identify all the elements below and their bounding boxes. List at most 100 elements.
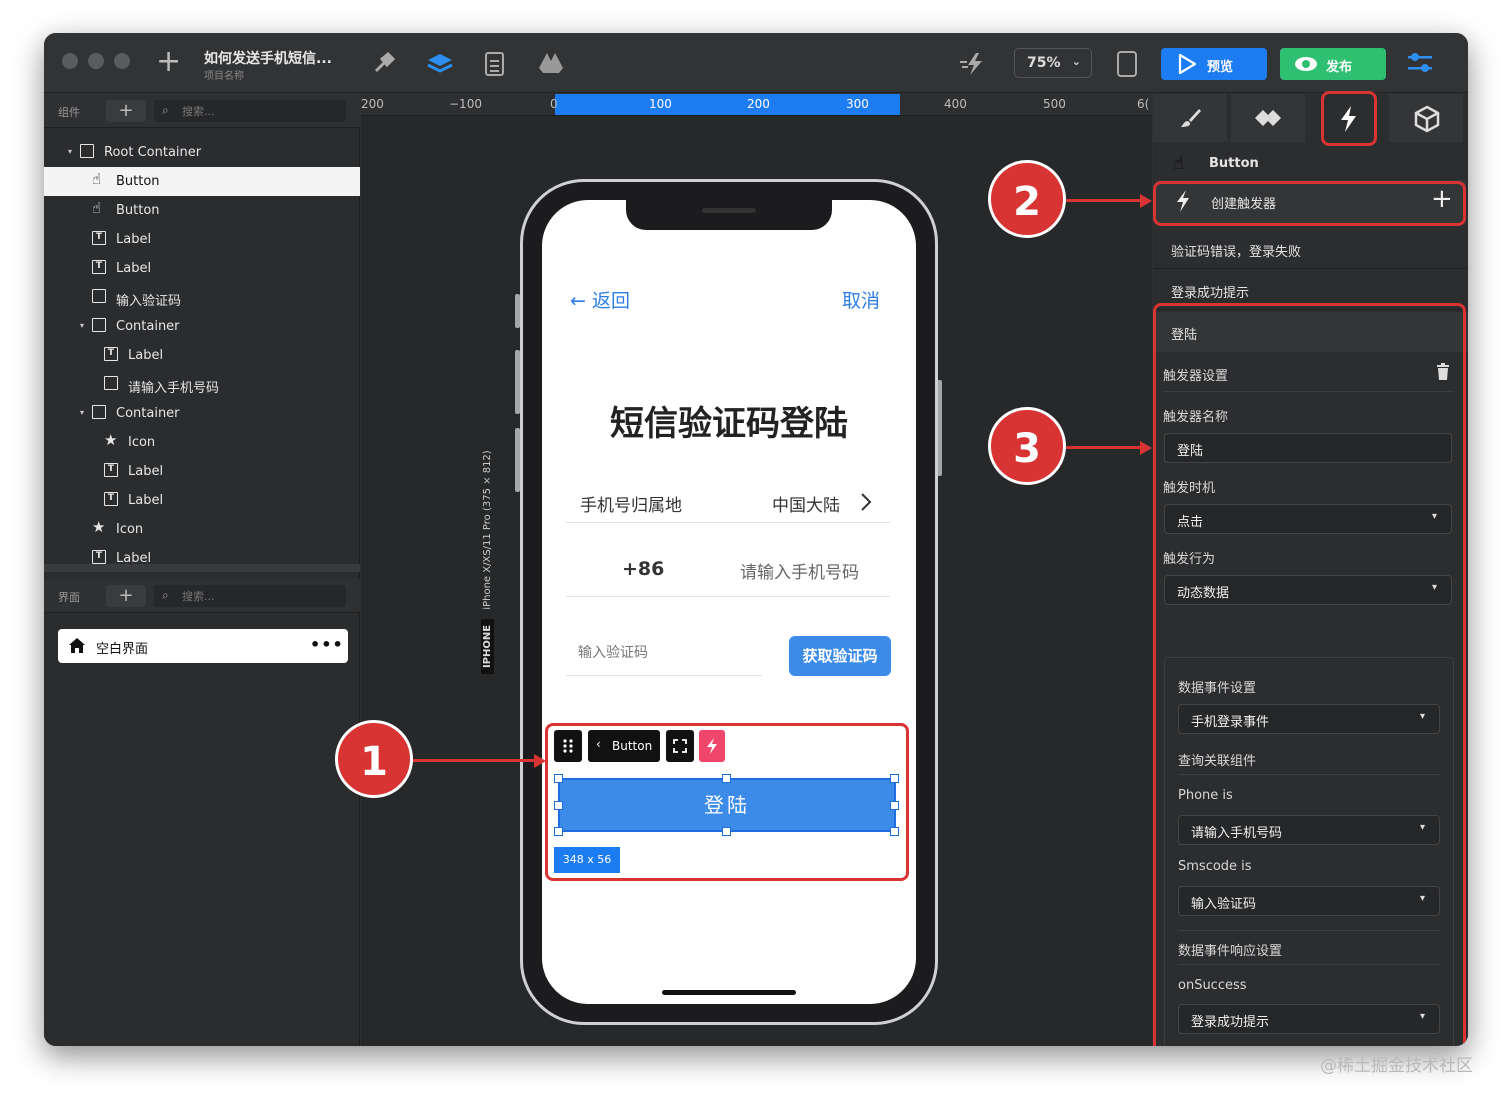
trigger-name-input[interactable]: 登陆 <box>1164 433 1452 463</box>
trigger-item[interactable]: 验证码错误，登录失败 <box>1153 229 1468 269</box>
country-code[interactable]: +86 <box>622 558 664 580</box>
cube-icon <box>1414 105 1440 133</box>
label-icon: T <box>104 347 118 361</box>
trigger-timing-label: 触发时机 <box>1163 481 1216 496</box>
callout-1: 1 <box>335 720 413 798</box>
tree-item-label: Button <box>116 203 160 218</box>
tree-item[interactable]: ▾ Root Container <box>44 138 360 167</box>
tree-item[interactable]: T Label <box>44 254 360 283</box>
play-icon <box>1178 53 1197 75</box>
tree-item[interactable]: T Label <box>44 225 360 254</box>
brush-icon <box>1181 109 1201 127</box>
hammer-icon[interactable] <box>370 51 396 77</box>
divider <box>1178 930 1440 931</box>
trash-icon[interactable] <box>1436 363 1450 381</box>
label-icon: T <box>104 463 118 477</box>
ruler-tick-label: 100 <box>649 97 672 111</box>
data-event-select[interactable]: 手机登录事件 ▾ <box>1178 704 1440 734</box>
chevron-down-icon: ▾ <box>1419 822 1425 833</box>
caret-down-icon[interactable]: ▾ <box>80 408 84 417</box>
zoom-select[interactable]: 75% ⌄ <box>1014 48 1092 78</box>
callout-arrow <box>412 759 536 762</box>
publish-button[interactable]: 发布 <box>1280 48 1386 80</box>
divider <box>1164 391 1454 392</box>
tree-item-label: Container <box>116 319 180 334</box>
close-window-button[interactable] <box>62 53 78 69</box>
caret-down-icon[interactable]: ▾ <box>68 147 72 156</box>
cancel-button[interactable]: 取消 <box>842 286 880 313</box>
phone-input[interactable]: 请输入手机号码 <box>740 558 859 583</box>
add-icon[interactable]: + <box>156 47 181 77</box>
settings-sliders-icon[interactable] <box>1406 51 1434 75</box>
titlebar: + 如何发送手机短信... 项目名称 75% ⌄ 预览 发布 <box>44 33 1468 93</box>
trigger-action-value: 动态数据 <box>1177 586 1230 601</box>
tree-item[interactable]: ★ Icon <box>44 515 360 544</box>
trigger-timing-select[interactable]: 点击 ▾ <box>1164 504 1452 534</box>
device-tag: IPHONE <box>481 618 494 674</box>
tree-item[interactable]: T Label <box>44 457 360 486</box>
data-event-value: 手机登录事件 <box>1191 715 1270 730</box>
project-title[interactable]: 如何发送手机短信... <box>204 48 332 68</box>
inspector-panel: ☝ Button 创建触发器 + 验证码错误，登录失败 登录成功提示 登陆 触发… <box>1153 91 1468 1046</box>
tab-data[interactable] <box>1389 94 1463 142</box>
panel-splitter[interactable] <box>44 564 360 572</box>
on-success-select[interactable]: 登录成功提示 ▾ <box>1178 1004 1440 1034</box>
trigger-settings-heading: 触发器设置 <box>1163 369 1229 384</box>
preview-button[interactable]: 预览 <box>1161 48 1267 80</box>
phone-notch <box>626 200 832 230</box>
trigger-item-label: 登录成功提示 <box>1171 286 1250 301</box>
publish-label: 发布 <box>1326 60 1353 75</box>
device-phone-icon[interactable] <box>1116 50 1138 78</box>
minimize-window-button[interactable] <box>88 53 104 69</box>
more-icon[interactable]: ••• <box>310 635 344 654</box>
tree-item[interactable]: T Label <box>44 341 360 370</box>
trigger-timing-value: 点击 <box>1177 515 1204 530</box>
hand-icon: ☝ <box>92 199 102 217</box>
smscode-is-select[interactable]: 输入验证码 ▾ <box>1178 886 1440 916</box>
tab-components[interactable] <box>1231 94 1305 142</box>
screen-title: 短信验证码登陆 <box>610 404 848 444</box>
tree-item[interactable]: 请输入手机号码 <box>44 370 360 399</box>
page-item-label: 空白界面 <box>96 642 149 657</box>
phone-is-value: 请输入手机号码 <box>1191 826 1283 841</box>
search-icon: ⌕ <box>162 588 169 602</box>
layers-icon[interactable] <box>426 51 454 77</box>
tree-item[interactable]: ▾ Container <box>44 312 360 341</box>
add-component-button[interactable]: + <box>106 100 146 122</box>
drive-icon[interactable] <box>538 51 564 75</box>
ruler-tick-label: 500 <box>1043 97 1066 111</box>
tree-item[interactable]: ★ Icon <box>44 428 360 457</box>
highlight-box-create-trigger <box>1153 181 1466 226</box>
phone-is-select[interactable]: 请输入手机号码 ▾ <box>1178 815 1440 845</box>
device-label: IPHONE iPhone X/XS/11 Pro (375 × 812) <box>481 374 501 674</box>
callout-3: 3 <box>988 407 1066 485</box>
tree-item[interactable]: ☝ Button <box>44 167 360 196</box>
tree-item[interactable]: T Label <box>44 486 360 515</box>
home-icon <box>69 638 85 653</box>
zoom-window-button[interactable] <box>114 53 130 69</box>
tab-style[interactable] <box>1153 94 1227 142</box>
ruler-tick-label: 400 <box>944 97 967 111</box>
get-code-button[interactable]: 获取验证码 <box>789 636 891 676</box>
document-icon[interactable] <box>484 51 506 77</box>
page-item[interactable]: 空白界面 ••• <box>58 629 348 663</box>
region-value[interactable]: 中国大陆 <box>772 491 840 516</box>
callout-arrow-head <box>1140 441 1152 455</box>
tree-item[interactable]: ☝ Button <box>44 196 360 225</box>
tree-item[interactable]: ▾ Container <box>44 399 360 428</box>
components-header: 组件 + ⌕ 搜索... <box>44 94 360 128</box>
code-input[interactable]: 输入验证码 <box>578 642 648 662</box>
trigger-action-select[interactable]: 动态数据 ▾ <box>1164 575 1452 605</box>
ruler-tick-label: −100 <box>449 97 482 111</box>
callout-2: 2 <box>988 160 1066 238</box>
tree-item[interactable]: 输入验证码 <box>44 283 360 312</box>
add-page-button[interactable]: + <box>106 585 146 607</box>
quick-trigger-icon[interactable] <box>958 51 988 77</box>
query-related-label: 查询关联组件 <box>1178 754 1257 769</box>
ruler-tick-label: 6( <box>1137 97 1150 111</box>
component-search-input[interactable]: ⌕ 搜索... <box>154 100 346 122</box>
chevron-right-icon[interactable] <box>860 492 872 512</box>
caret-down-icon[interactable]: ▾ <box>80 321 84 330</box>
page-search-input[interactable]: ⌕ 搜索... <box>154 585 346 607</box>
back-button[interactable]: ← 返回 <box>570 286 630 313</box>
